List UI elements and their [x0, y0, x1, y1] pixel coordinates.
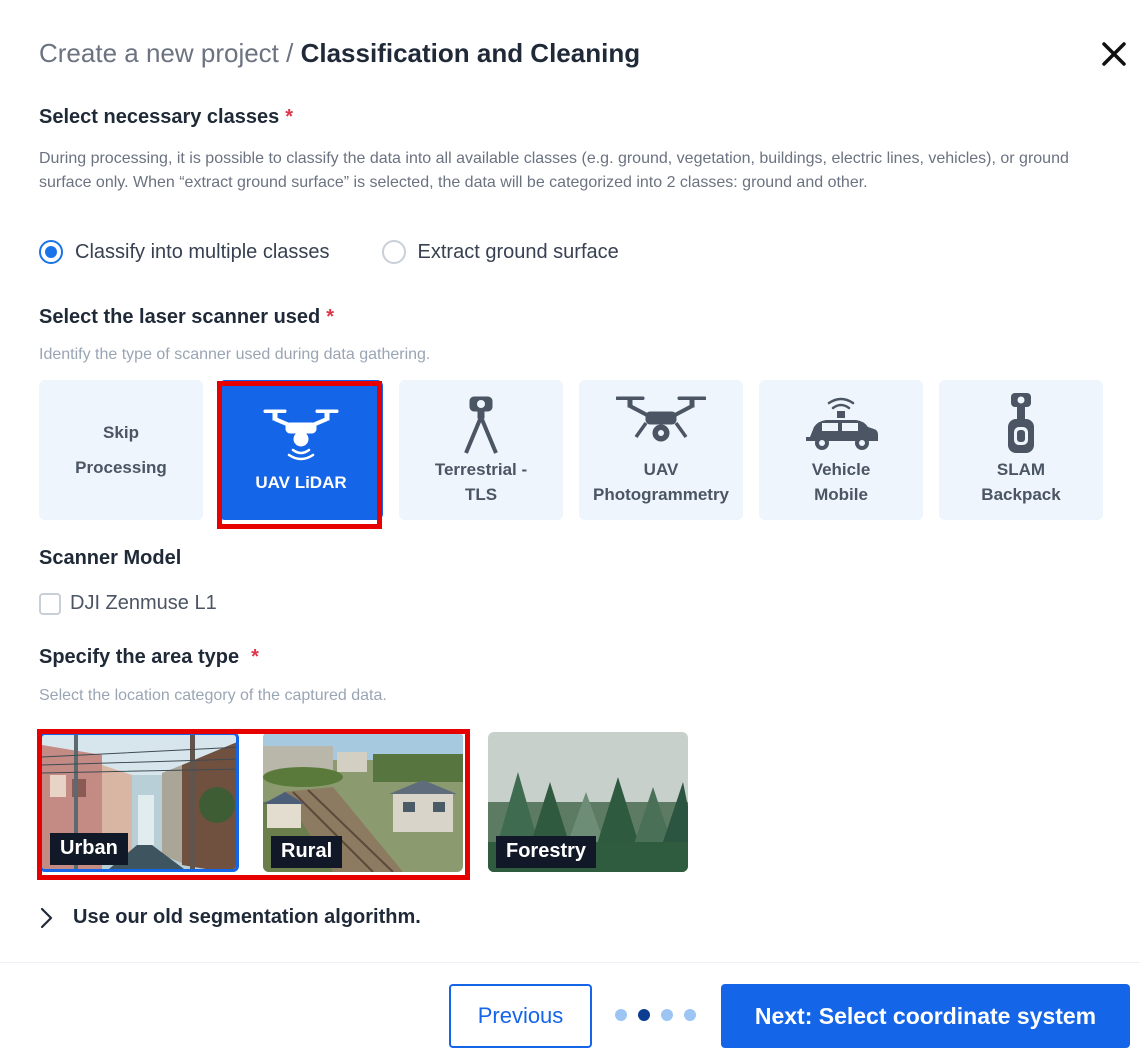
- radio-label: Extract ground surface: [417, 240, 619, 263]
- dialog-title: Create a new project / Classification an…: [39, 38, 640, 69]
- scanner-section-title: Select the laser scanner used *: [39, 306, 334, 329]
- old-algorithm-label: Use our old segmentation algorithm.: [73, 906, 421, 928]
- previous-button[interactable]: Previous: [449, 984, 592, 1048]
- card-label: UAV LiDAR: [255, 472, 347, 492]
- page-title: Classification and Cleaning: [300, 38, 641, 68]
- scanner-card-skip-processing[interactable]: Skip Processing: [39, 380, 203, 520]
- required-mark: *: [285, 106, 293, 128]
- card-label-line2: Backpack: [981, 485, 1061, 504]
- scanner-model-checkbox[interactable]: [39, 592, 61, 615]
- radio-extract-ground[interactable]: Extract ground surface: [381, 240, 619, 264]
- drone-camera-icon: [616, 396, 706, 442]
- close-icon: [1102, 42, 1126, 66]
- next-button[interactable]: Next: Select coordinate system: [721, 984, 1130, 1048]
- scanner-card-terrestrial-tls[interactable]: Terrestrial - TLS: [399, 380, 563, 520]
- old-algorithm-toggle[interactable]: Use our old segmentation algorithm.: [39, 906, 421, 929]
- car-scanner-icon: [806, 397, 878, 450]
- classes-description: During processing, it is possible to cla…: [39, 150, 1069, 191]
- scanner-title-text: Select the laser scanner used: [39, 306, 321, 328]
- backpack-scanner-icon: [1008, 393, 1034, 453]
- area-title-text: Specify the area type: [39, 646, 240, 668]
- area-label: Urban: [50, 833, 128, 865]
- card-label-line1: Terrestrial -: [434, 460, 528, 479]
- radio-selected-indicator[interactable]: [39, 240, 63, 264]
- card-label-line2: Mobile: [814, 485, 868, 504]
- classes-section-title: Select necessary classes *: [39, 106, 293, 129]
- card-label-line2: Photogrammetry: [592, 485, 730, 504]
- area-card-rural[interactable]: Rural: [263, 732, 463, 872]
- area-card-urban[interactable]: Urban: [39, 732, 239, 872]
- drone-lidar-icon: [263, 409, 339, 460]
- step-dot-active: [638, 1009, 650, 1021]
- scanner-card-uav-lidar[interactable]: UAV LiDAR: [219, 380, 383, 520]
- card-label-line1: UAV: [643, 460, 679, 479]
- scanner-card-uav-photogrammetry[interactable]: UAV Photogrammetry: [579, 380, 743, 520]
- radio-label: Classify into multiple classes: [75, 240, 330, 263]
- step-dot: [684, 1009, 696, 1021]
- required-mark: *: [326, 306, 335, 328]
- card-label-line1: SLAM: [996, 460, 1046, 479]
- step-dot: [615, 1009, 627, 1021]
- step-indicator: [615, 1009, 707, 1021]
- scanner-card-vehicle-mobile[interactable]: Vehicle Mobile: [759, 380, 923, 520]
- checkbox-label: DJI Zenmuse L1: [70, 592, 217, 614]
- card-label-line2: TLS: [464, 485, 498, 504]
- classification-radio-group: Classify into multiple classes Extract g…: [39, 240, 671, 264]
- area-section-title: Specify the area type *: [39, 646, 259, 669]
- card-label-line1: Vehicle: [811, 460, 871, 479]
- area-label: Forestry: [496, 836, 597, 868]
- radio-indicator[interactable]: [381, 240, 406, 264]
- scanner-model-title: Scanner Model: [39, 547, 182, 569]
- area-card-forestry[interactable]: Forestry: [488, 732, 688, 872]
- breadcrumb: Create a new project /: [39, 38, 301, 68]
- scanner-card-slam-backpack[interactable]: SLAM Backpack: [939, 380, 1103, 520]
- area-label: Rural: [271, 836, 343, 868]
- radio-classify-multiple[interactable]: Classify into multiple classes: [39, 240, 330, 264]
- area-hint: Select the location category of the capt…: [39, 687, 387, 704]
- card-label-line2: Processing: [75, 458, 167, 477]
- scanner-hint: Identify the type of scanner used during…: [39, 346, 431, 363]
- required-mark: *: [251, 646, 259, 668]
- close-button[interactable]: [1098, 38, 1130, 70]
- tripod-scanner-icon: [464, 396, 498, 454]
- card-label-line1: Skip: [103, 423, 139, 442]
- step-dot: [661, 1009, 673, 1021]
- chevron-right-icon: [40, 907, 53, 928]
- classes-title-text: Select necessary classes: [39, 106, 280, 128]
- scanner-model-checkbox-row[interactable]: DJI Zenmuse L1: [39, 592, 217, 615]
- dialog-footer: Previous Next: Select coordinate system: [0, 962, 1140, 1057]
